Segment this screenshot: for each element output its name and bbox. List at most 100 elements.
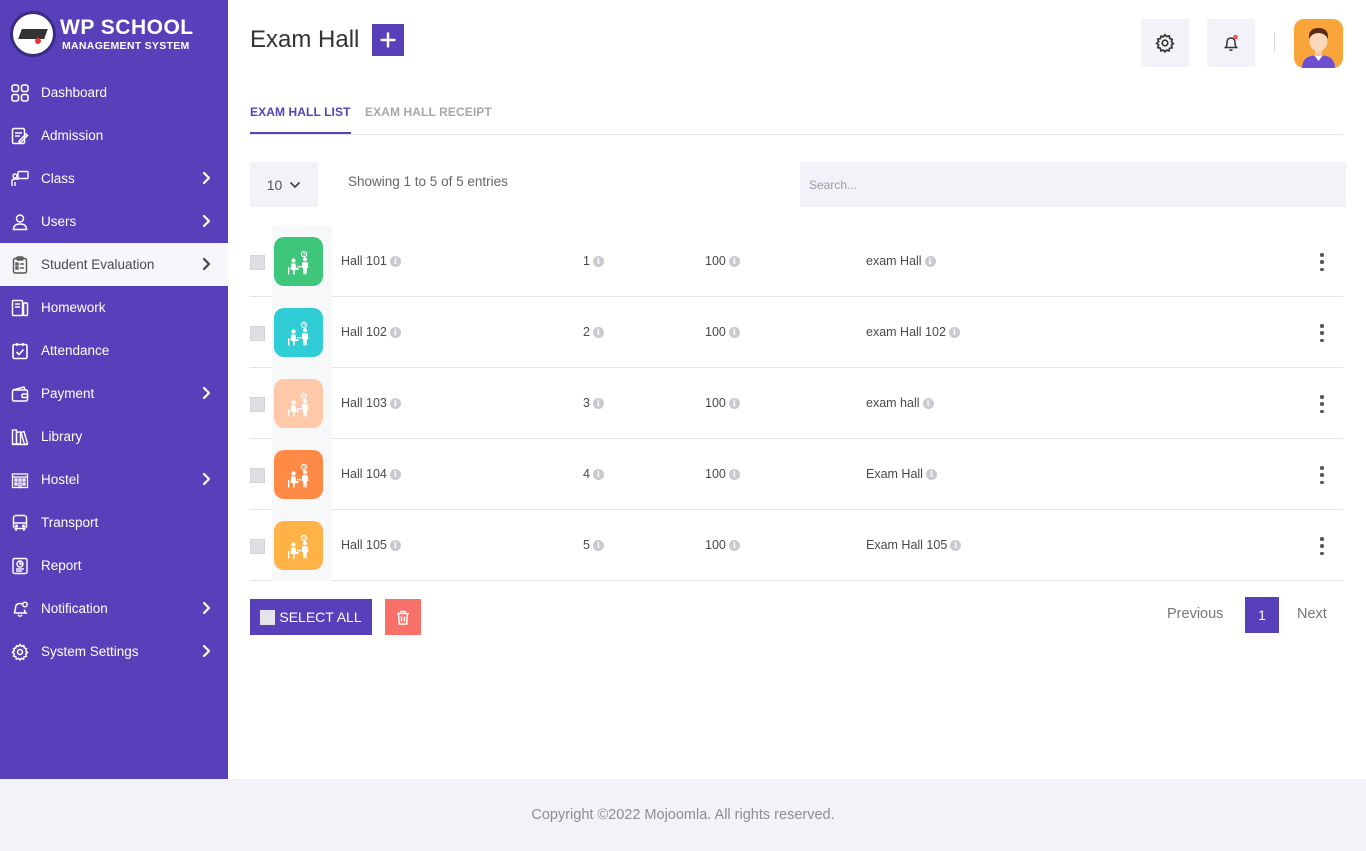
sidebar-item-transport[interactable]: Transport [0, 501, 228, 544]
sidebar-item-users[interactable]: Users [0, 200, 228, 243]
hall-number-cell: 3i [583, 396, 604, 410]
sidebar-item-hostel[interactable]: Hostel [0, 458, 228, 501]
row-checkbox[interactable] [250, 539, 265, 554]
sidebar-item-label: Attendance [41, 343, 110, 358]
row-checkbox[interactable] [250, 326, 265, 341]
row-actions-menu-icon[interactable] [1312, 534, 1332, 558]
info-icon[interactable]: i [592, 255, 604, 267]
sidebar-item-label: Report [41, 558, 82, 573]
row-actions-menu-icon[interactable] [1312, 321, 1332, 345]
user-avatar[interactable] [1294, 19, 1343, 68]
info-icon[interactable]: i [389, 255, 401, 267]
hall-capacity: 100 [705, 467, 726, 481]
chevron-right-icon [202, 171, 211, 185]
sidebar-item-payment[interactable]: Payment [0, 372, 228, 415]
exam-hall-icon [274, 237, 323, 286]
info-icon[interactable]: i [728, 255, 740, 267]
hall-number-cell: 4i [583, 467, 604, 481]
sidebar-item-label: Library [41, 429, 83, 444]
sidebar: WP SCHOOL MANAGEMENT SYSTEM Dashboard Ad… [0, 0, 228, 779]
info-icon[interactable]: i [389, 326, 401, 338]
row-actions-menu-icon[interactable] [1312, 250, 1332, 274]
notifications-button[interactable] [1207, 19, 1255, 67]
sidebar-item-report[interactable]: Report [0, 544, 228, 587]
settings-button[interactable] [1141, 19, 1189, 67]
trash-icon [397, 610, 409, 625]
info-icon[interactable]: i [728, 468, 740, 480]
chevron-right-icon [202, 644, 211, 658]
brand-subtitle: MANAGEMENT SYSTEM [62, 39, 190, 52]
pagination-page-1[interactable]: 1 [1245, 597, 1279, 633]
page-length-select[interactable]: 10 [250, 162, 318, 207]
search-input[interactable] [800, 162, 1346, 207]
sidebar-item-dashboard[interactable]: Dashboard [0, 71, 228, 114]
hall-number-cell: 1i [583, 254, 604, 268]
footer: Copyright ©2022 Mojoomla. All rights res… [0, 779, 1366, 851]
sidebar-item-label: Admission [41, 128, 104, 143]
brand-title: WP SCHOOL [60, 15, 194, 39]
exam-hall-icon [274, 379, 323, 428]
row-checkbox[interactable] [250, 397, 265, 412]
info-icon[interactable]: i [389, 468, 401, 480]
hall-description-cell: Exam Hall 105 i [866, 538, 962, 552]
info-icon[interactable]: i [925, 468, 937, 480]
info-icon[interactable]: i [389, 397, 401, 409]
info-icon[interactable]: i [592, 539, 604, 551]
tab-exam-hall-receipt[interactable]: EXAM HALL RECEIPT [365, 105, 492, 132]
hall-number-cell: 2i [583, 325, 604, 339]
exam-hall-icon [274, 308, 323, 357]
info-icon[interactable]: i [592, 397, 604, 409]
hall-name-cell: Hall 104 i [341, 467, 401, 481]
table-row: Hall 105 i 5 i 100 i Exam Hall 105 i [250, 510, 1343, 581]
sidebar-item-homework[interactable]: Homework [0, 286, 228, 329]
sidebar-item-library[interactable]: Library [0, 415, 228, 458]
info-icon[interactable]: i [924, 255, 936, 267]
brand[interactable]: WP SCHOOL MANAGEMENT SYSTEM [0, 0, 228, 68]
row-checkbox[interactable] [250, 255, 265, 270]
hall-name-cell: Hall 103 i [341, 396, 401, 410]
sidebar-item-notification[interactable]: Notification [0, 587, 228, 630]
hall-capacity: 100 [705, 538, 726, 552]
row-actions-menu-icon[interactable] [1312, 392, 1332, 416]
school-logo-icon [10, 11, 56, 57]
info-icon[interactable]: i [728, 326, 740, 338]
checkbox-icon [260, 609, 276, 625]
pagination-previous[interactable]: Previous [1167, 606, 1223, 622]
info-icon[interactable]: i [592, 326, 604, 338]
info-icon[interactable]: i [948, 326, 960, 338]
sidebar-item-class[interactable]: Class [0, 157, 228, 200]
hostel-building-icon [10, 470, 30, 490]
sidebar-item-admission[interactable]: Admission [0, 114, 228, 157]
hall-capacity-cell: 100 i [705, 467, 740, 481]
hall-name-cell: Hall 101 i [341, 254, 401, 268]
hall-description: exam hall [866, 396, 920, 410]
hall-number: 3 [583, 396, 590, 410]
info-icon[interactable]: i [922, 397, 934, 409]
info-icon[interactable]: i [389, 539, 401, 551]
sidebar-item-attendance[interactable]: Attendance [0, 329, 228, 372]
sidebar-item-student-evaluation[interactable]: Student Evaluation [0, 243, 228, 286]
library-books-icon [10, 427, 30, 447]
add-exam-hall-button[interactable] [372, 24, 404, 56]
delete-selected-button[interactable] [385, 599, 421, 635]
tab-exam-hall-list[interactable]: EXAM HALL LIST [250, 105, 351, 134]
info-icon[interactable]: i [728, 539, 740, 551]
info-icon[interactable]: i [728, 397, 740, 409]
hall-capacity-cell: 100 i [705, 254, 740, 268]
exam-hall-table: Hall 101 i 1 i 100 i exam Hall i Hall 102 i 2 i 100 i… [250, 226, 1343, 581]
row-actions-menu-icon[interactable] [1312, 463, 1332, 487]
row-checkbox[interactable] [250, 468, 265, 483]
hall-number: 2 [583, 325, 590, 339]
info-icon[interactable]: i [592, 468, 604, 480]
table-row: Hall 104 i 4 i 100 i Exam Hall i [250, 439, 1343, 510]
chevron-right-icon [202, 601, 211, 615]
sidebar-item-system-settings[interactable]: System Settings [0, 630, 228, 673]
select-all-button[interactable]: SELECT ALL [250, 599, 372, 635]
dashboard-grid-icon [10, 83, 30, 103]
pagination-next[interactable]: Next [1297, 606, 1327, 622]
hall-description: Exam Hall [866, 467, 923, 481]
info-icon[interactable]: i [950, 539, 962, 551]
hall-description: exam Hall 102 [866, 325, 946, 339]
hall-number: 4 [583, 467, 590, 481]
hall-number-cell: 5i [583, 538, 604, 552]
